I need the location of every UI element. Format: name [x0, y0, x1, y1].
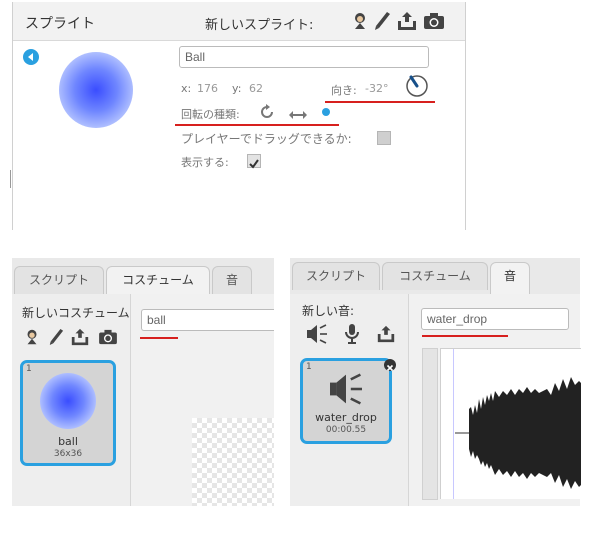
direction-highlight-line: [325, 101, 435, 103]
costume-thumbnail: [40, 373, 96, 429]
camera-icon[interactable]: [423, 12, 445, 30]
costume-tile[interactable]: 1 ball 36x36: [20, 360, 116, 466]
volume-slider-track[interactable]: [422, 348, 438, 500]
direction-value: -32°: [365, 82, 389, 95]
show-label: 表示する:: [181, 156, 229, 169]
dont-rotate-icon[interactable]: [322, 108, 330, 116]
sound-duration: 00:00.55: [325, 425, 367, 435]
sprite-name-input[interactable]: [179, 46, 429, 68]
rotate-all-around-icon[interactable]: [259, 104, 275, 120]
sound-tile[interactable]: 1 water_drop 00:00.55: [300, 358, 392, 444]
costume-number: 1: [26, 364, 32, 374]
upload-sound-icon[interactable]: [376, 324, 396, 344]
paint-canvas[interactable]: [192, 418, 274, 506]
sound-name: water_drop: [315, 411, 377, 424]
sound-editor-tab-scripts[interactable]: スクリプト: [292, 262, 380, 290]
sound-library-icon[interactable]: [306, 324, 328, 344]
x-label: x:: [181, 82, 192, 95]
sprite-info-panel: スプライト 新しいスプライト: x: 176 y: 62 向き: -32° 回転…: [12, 2, 466, 230]
direction-dial-icon[interactable]: [405, 74, 429, 98]
rotation-style-label: 回転の種類:: [181, 108, 240, 121]
draggable-label: プレイヤーでドラッグできるか:: [181, 132, 352, 146]
costume-name: ball: [58, 435, 78, 448]
sound-editor: スクリプト コスチューム 音 新しい音: 1 water_drop 00:00.…: [290, 258, 581, 506]
upload-costume-icon[interactable]: [70, 327, 90, 347]
left-right-icon[interactable]: [289, 106, 307, 119]
waveform-panel[interactable]: [440, 348, 581, 499]
sound-editor-tab-sounds[interactable]: 音: [490, 262, 530, 295]
sound-name-highlight-line: [422, 335, 508, 337]
back-arrow-icon[interactable]: [23, 49, 39, 65]
sound-number: 1: [306, 362, 312, 372]
speaker-icon: [327, 373, 365, 405]
show-checkbox[interactable]: [247, 154, 261, 169]
new-sprite-label: 新しいスプライト:: [205, 18, 314, 33]
waveform-graphic: [455, 377, 581, 489]
sprite-panel-title: スプライト: [25, 16, 95, 32]
panel-left-edge: [10, 170, 11, 188]
y-label: y:: [232, 82, 242, 95]
costume-editor: スクリプト コスチューム 音 新しいコスチューム: 1 ball 36x36: [12, 258, 274, 506]
direction-label: 向き:: [331, 84, 357, 97]
sprite-thumbnail: [59, 52, 133, 128]
rotation-highlight-line: [175, 124, 339, 126]
tab-scripts[interactable]: スクリプト: [14, 266, 104, 294]
upload-icon[interactable]: [396, 10, 418, 32]
sound-editor-tab-costumes[interactable]: コスチューム: [382, 262, 488, 290]
y-value: 62: [249, 82, 263, 95]
camera-costume-icon[interactable]: [98, 329, 118, 345]
sound-name-input[interactable]: [421, 308, 569, 330]
delete-sound-icon[interactable]: [384, 359, 396, 372]
paint-brush-icon[interactable]: [373, 11, 391, 31]
costume-library-icon[interactable]: [23, 328, 41, 346]
costume-size: 36x36: [53, 449, 83, 459]
microphone-icon[interactable]: [344, 323, 360, 345]
sprite-library-icon[interactable]: [350, 11, 370, 31]
draggable-checkbox[interactable]: [377, 131, 391, 145]
playhead-line: [453, 349, 454, 499]
sprite-panel-header: スプライト 新しいスプライト:: [13, 2, 465, 41]
new-sound-label: 新しい音:: [302, 304, 355, 318]
new-costume-label: 新しいコスチューム:: [22, 306, 134, 320]
paint-costume-icon[interactable]: [48, 328, 64, 346]
tab-costumes[interactable]: コスチューム: [106, 266, 210, 295]
costume-name-highlight-line: [140, 337, 178, 339]
x-value: 176: [197, 82, 218, 95]
costume-name-input[interactable]: [141, 309, 274, 331]
tab-sounds[interactable]: 音: [212, 266, 252, 294]
